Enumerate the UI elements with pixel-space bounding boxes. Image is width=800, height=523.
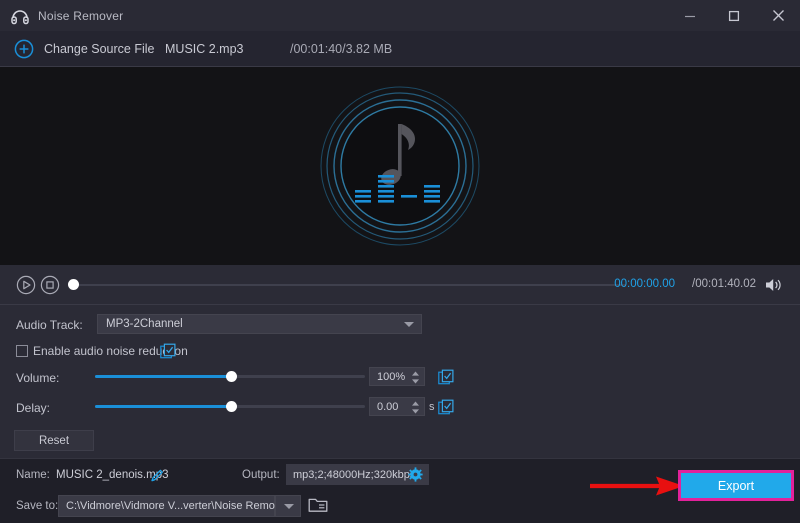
delay-stepper-icon[interactable] xyxy=(411,400,420,415)
volume-value-box[interactable]: 100% xyxy=(369,367,425,386)
audio-track-select[interactable]: MP3-2Channel xyxy=(97,314,422,334)
apply-to-all-delay-icon[interactable] xyxy=(438,399,454,415)
export-button-highlight: Export xyxy=(678,470,794,501)
output-format-box[interactable]: mp3;2;48000Hz;320kbps xyxy=(286,464,429,485)
volume-value: 100% xyxy=(377,371,405,383)
title-bar: Noise Remover xyxy=(0,0,800,31)
seek-slider-handle[interactable] xyxy=(68,279,79,290)
source-file-bar: Change Source File MUSIC 2.mp3 /00:01:40… xyxy=(0,31,800,67)
noise-remover-window: Noise Remover xyxy=(0,0,800,523)
output-format-label: Output: xyxy=(242,469,280,481)
play-button[interactable] xyxy=(16,275,36,295)
plus-circle-icon[interactable] xyxy=(14,39,34,59)
total-time-label: /00:01:40.02 xyxy=(692,278,756,290)
window-title: Noise Remover xyxy=(38,9,123,23)
source-file-name: MUSIC 2.mp3 xyxy=(165,42,244,56)
source-file-meta: /00:01:40/3.82 MB xyxy=(290,42,392,56)
play-circle-icon xyxy=(16,275,36,295)
apply-to-all-volume-icon[interactable] xyxy=(438,369,454,385)
apply-to-all-noise-icon[interactable] xyxy=(160,343,176,359)
volume-slider-fill xyxy=(95,375,232,378)
delay-unit-label: s xyxy=(429,401,435,413)
seek-slider-track[interactable] xyxy=(78,284,626,286)
right-arrow-annotation-icon xyxy=(588,473,688,499)
volume-slider-handle[interactable] xyxy=(226,371,237,382)
chevron-down-icon xyxy=(284,504,294,509)
audio-track-label: Audio Track: xyxy=(16,318,83,332)
minimize-icon xyxy=(684,10,696,22)
delay-slider-fill xyxy=(95,405,232,408)
folder-icon[interactable] xyxy=(308,496,328,514)
audio-track-value: MP3-2Channel xyxy=(106,318,183,330)
export-button[interactable]: Export xyxy=(681,473,791,498)
pencil-icon[interactable] xyxy=(150,468,165,483)
speaker-icon xyxy=(764,276,784,294)
delay-label: Delay: xyxy=(16,401,50,415)
save-to-label: Save to: xyxy=(16,500,58,512)
save-to-path-input[interactable]: C:\Vidmore\Vidmore V...verter\Noise Remo… xyxy=(58,495,275,517)
save-to-dropdown-button[interactable] xyxy=(275,495,301,517)
reset-button[interactable]: Reset xyxy=(14,430,94,451)
change-source-file-button[interactable]: Change Source File xyxy=(44,42,154,56)
delay-slider-handle[interactable] xyxy=(226,401,237,412)
maximize-icon xyxy=(728,10,740,22)
window-controls xyxy=(668,0,800,31)
maximize-button[interactable] xyxy=(712,0,756,31)
close-icon xyxy=(772,9,785,22)
headphones-icon xyxy=(10,6,30,26)
enable-noise-reduction-checkbox[interactable] xyxy=(16,345,28,357)
stop-circle-icon xyxy=(40,275,60,295)
output-name-label: Name: xyxy=(16,469,50,481)
gear-icon[interactable] xyxy=(408,467,423,482)
music-note-visualizer-icon xyxy=(315,80,485,252)
volume-stepper-icon[interactable] xyxy=(411,370,420,385)
chevron-down-icon xyxy=(404,322,414,327)
player-bar: 00:00:00.00 /00:01:40.02 xyxy=(0,265,800,305)
output-format-value: mp3;2;48000Hz;320kbps xyxy=(293,469,415,481)
volume-label: Volume: xyxy=(16,371,59,385)
close-button[interactable] xyxy=(756,0,800,31)
audio-preview-area xyxy=(0,67,800,265)
delay-value: 0.00 xyxy=(377,401,398,413)
delay-value-box[interactable]: 0.00 xyxy=(369,397,425,416)
stop-button[interactable] xyxy=(40,275,60,295)
current-time-label: 00:00:00.00 xyxy=(614,278,675,290)
minimize-button[interactable] xyxy=(668,0,712,31)
save-to-path-value: C:\Vidmore\Vidmore V...verter\Noise Remo… xyxy=(66,500,290,512)
volume-button[interactable] xyxy=(764,276,784,294)
